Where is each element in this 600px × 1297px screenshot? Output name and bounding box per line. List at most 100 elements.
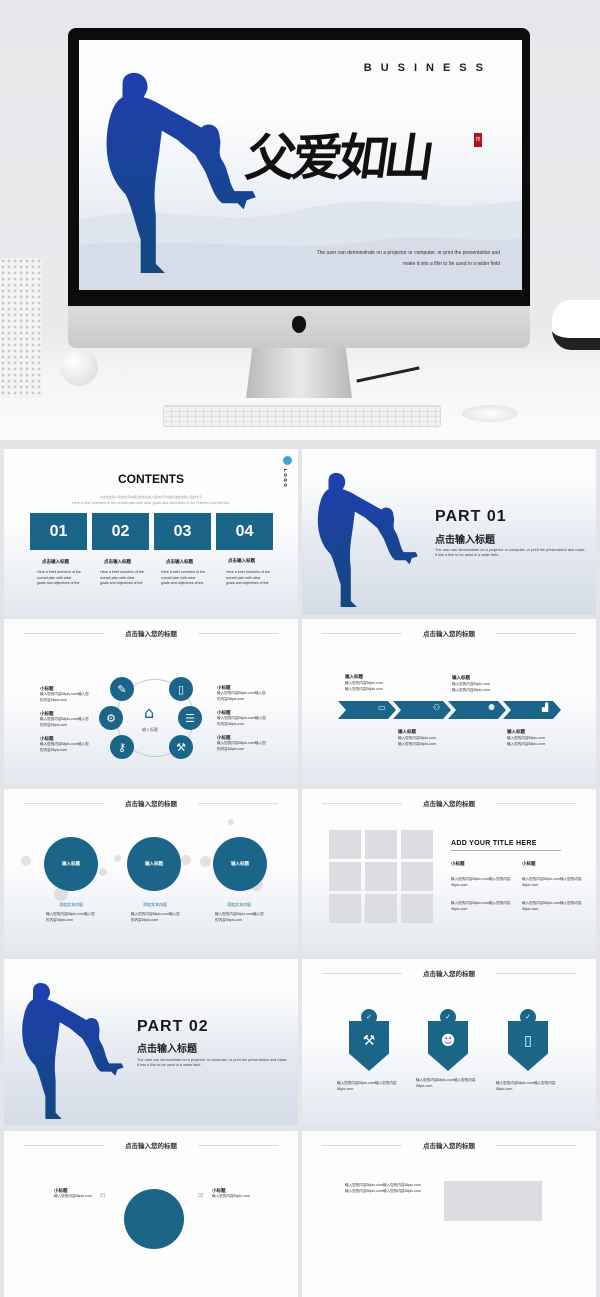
wrench-icon[interactable]: ⚒ [169,735,193,759]
slide-header-title: 点击输入您的标题 [125,1143,177,1150]
cycle-item-text: 输入您的内容58pic.com输入您的内容58pic.com [40,742,89,752]
gallery-col-title: 小标题 [522,861,536,866]
process-step-text: 输入您的内容58pic.com输入您的内容58pic.com [507,736,545,746]
father-child-silhouette [89,70,259,276]
hero-desc-line1: The user can demonstrate on a projector … [316,250,500,256]
contents-item-title: 点击输入标题 [166,559,193,564]
logo-text: LOGO [283,469,288,489]
slide-circles[interactable]: 点击输入您的标题 输入标题 输入标题 输入标题 添加文本内容 添加文本内容 添加… [4,789,298,955]
slide-header-title: 点击输入您的标题 [423,971,475,978]
chevron-step-4 [503,701,561,719]
team-icon: ⚉ [488,703,496,712]
father-child-silhouette [10,981,126,1121]
image-placeholder[interactable] [365,894,397,923]
hero-mockup: BUSINESS 父爱如山 印 The user can demonstrate… [0,0,600,440]
contents-box-01[interactable]: 01 [30,513,87,550]
contents-sub-cn: 点击此处输入您的文字内容点击此处输入您的文字内容点击此处输入您的文字 [99,495,202,499]
gallery-col-text: 输入您的内容58pic.com输入您的内容58pic.com [522,877,582,887]
slide-header-title: 点击输入您的标题 [423,1143,475,1150]
slide-header-title: 点击输入您的标题 [125,631,177,638]
hero-desc-line2: make it into a film to be used in a wide… [403,261,500,267]
image-placeholder[interactable] [401,862,433,891]
gallery-col-title: 小标题 [451,861,465,866]
contents-box-04[interactable]: 04 [216,513,273,550]
image-placeholder[interactable] [365,830,397,859]
slide-process-arrows[interactable]: 点击输入您的标题 ▭ ⚇ ⚉ ▟ 输入标题 输入您的内容58pic.com输入您… [302,619,596,785]
cycle-item-text: 输入您的内容58pic.com输入您的内容58pic.com [217,691,266,701]
process-step-title: 输入标题 [507,729,525,734]
contents-item-desc: Here a brief overview of the overall pla… [100,570,144,585]
slide-part-01[interactable]: PART 01 点击输入标题 The user can demonstrate … [302,449,596,615]
process-step-text: 输入您的内容58pic.com输入您的内容58pic.com [345,681,383,691]
mobile-payment-icon[interactable]: ▯ [508,1021,548,1071]
mouse [462,405,518,422]
circle-item[interactable]: 输入标题 [44,837,98,891]
pie-item-num: 02 [198,1193,204,1199]
part-desc: The user can demonstrate on a projector … [435,548,585,557]
keyboard [163,405,441,427]
part-subtitle: 点击输入标题 [137,1044,197,1055]
edit-icon[interactable]: ✎ [110,677,134,701]
image-placeholder[interactable] [329,862,361,891]
monitor-icon: ▭ [378,703,386,712]
monitor-stand [246,348,352,398]
list-line: 输入您的内容58pic.com输入您的内容58pic.com [345,1189,421,1193]
contents-item-title: 点击输入标题 [228,558,255,563]
circle-item[interactable]: 输入标题 [213,837,267,891]
slide-shield-icons[interactable]: 点击输入您的标题 ✓ ✓ ✓ ⚒ ☻ ▯ 输入您的内容58pic.com输入您的… [302,959,596,1125]
pie-item-num: 01 [100,1193,106,1199]
pie-item-text: 输入您的内容58pic.com [54,1194,92,1198]
kettle-decoration [552,300,600,350]
part-subtitle: 点击输入标题 [435,535,495,546]
slide-part-02[interactable]: PART 02 点击输入标题 The user can demonstrate … [4,959,298,1125]
contents-item-desc: Here a brief overview of the overall pla… [226,570,270,585]
slide-cycle-diagram[interactable]: 点击输入您的标题 ✎ ▯ ⚙ ☰ ⚷ ⚒ ⌂ 输入标题 小标题 输入您的内容58… [4,619,298,785]
contents-item-title: 点击输入标题 [104,559,131,564]
cycle-center-label: 输入标题 [142,727,158,732]
image-placeholder[interactable] [329,894,361,923]
part-title: PART 01 [435,508,507,525]
slide-contents[interactable]: CONTENTS LOGO 点击此处输入您的文字内容点击此处输入您的文字内容点击… [4,449,298,615]
hero-title: 父爱如山 [242,128,435,187]
slide-header-title: 点击输入您的标题 [423,801,475,808]
slide-pie-partial[interactable]: 点击输入您的标题 小标题 输入您的内容58pic.com 01 02 小标题 输… [4,1131,298,1297]
bubble-decoration [181,855,191,865]
bubble-decoration [228,819,234,825]
contents-box-02[interactable]: 02 [92,513,149,550]
image-placeholder[interactable] [401,830,433,859]
circle-item[interactable]: 输入标题 [127,837,181,891]
part-desc: The user can demonstrate on a projector … [137,1058,287,1067]
cycle-item-text: 输入您的内容58pic.com输入您的内容58pic.com [217,741,266,751]
contents-item-title: 点击输入标题 [42,559,69,564]
image-placeholder[interactable] [444,1181,542,1221]
gear-icon[interactable]: ⚙ [99,706,123,730]
tools-icon[interactable]: ⚒ [349,1021,389,1071]
user-icon[interactable]: ☻ [428,1021,468,1071]
database-icon[interactable]: ☰ [178,706,202,730]
slide-image-grid[interactable]: 点击输入您的标题 ADD YOUR TITLE HERE 小标题 输入您的内容5… [302,789,596,955]
pie-item-text: 输入您的内容58pic.com [212,1194,250,1198]
key-icon[interactable]: ⚷ [110,735,134,759]
monitor-screen: BUSINESS 父爱如山 印 The user can demonstrate… [79,40,522,290]
image-placeholder[interactable] [401,894,433,923]
process-step-title: 输入标题 [345,674,363,679]
monitor-chin [68,306,530,348]
chevron-step-2 [393,701,451,719]
pie-chart [124,1189,184,1249]
slide-list-partial[interactable]: 点击输入您的标题 输入您的内容58pic.com输入您的内容58pic.com … [302,1131,596,1297]
shield-text: 输入您的内容58pic.com输入您的内容58pic.com [416,1078,476,1088]
contents-box-03[interactable]: 03 [154,513,211,550]
slide-header-title: 点击输入您的标题 [125,801,177,808]
image-placeholder[interactable] [329,830,361,859]
process-step-title: 输入标题 [452,675,470,680]
process-chevrons [338,701,561,719]
devices-icon[interactable]: ▯ [169,677,193,701]
image-placeholder[interactable] [365,862,397,891]
process-step-text: 输入您的内容58pic.com输入您的内容58pic.com [452,682,490,692]
vase-decoration [0,258,42,398]
circle-text: 输入您的内容58pic.com输入您的内容58pic.com [215,912,264,922]
process-step-title: 输入标题 [398,729,416,734]
seal-stamp: 印 [474,133,482,147]
brand-text: BUSINESS [363,62,492,74]
process-step-text: 输入您的内容58pic.com输入您的内容58pic.com [398,736,436,746]
